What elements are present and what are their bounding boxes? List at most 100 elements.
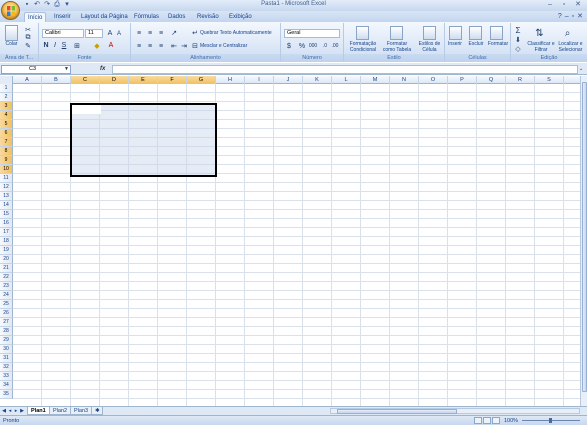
ribbon-minimize-icon[interactable]: – [565,12,569,21]
format-painter-icon[interactable]: ✎ [24,42,32,50]
tab-layout[interactable]: Layout da Página [81,12,128,22]
currency-icon[interactable]: $ [284,42,294,50]
column-header-e[interactable]: E [129,76,158,84]
row-header-21[interactable]: 21 [0,264,13,273]
column-header-s[interactable]: S [535,76,564,84]
orientation-icon[interactable]: ↗ [169,29,179,37]
column-header-l[interactable]: L [332,76,361,84]
sheet-tab-plan2[interactable]: Plan2 [49,407,72,415]
row-header-13[interactable]: 13 [0,192,13,201]
normal-view-icon[interactable] [474,417,482,424]
row-header-6[interactable]: 6 [0,129,13,138]
office-button[interactable] [1,1,20,20]
row-header-26[interactable]: 26 [0,309,13,318]
row-header-4[interactable]: 4 [0,111,13,120]
underline-icon[interactable]: S [60,41,68,50]
sheet-tab-plan1[interactable]: Plan1 [27,407,50,415]
column-header-m[interactable]: M [361,76,390,84]
find-select-label[interactable]: Localizar e Selecionar [555,41,586,53]
paste-icon[interactable] [5,25,18,41]
column-header-o[interactable]: O [419,76,448,84]
align-center-icon[interactable]: ≡ [145,42,155,50]
tab-inicio[interactable]: Início [24,12,47,22]
row-header-10[interactable]: 10 [0,165,13,174]
row-header-30[interactable]: 30 [0,345,13,354]
vertical-scrollbar[interactable] [580,76,587,406]
fill-icon[interactable]: ⬇ [514,36,522,44]
close-icon[interactable]: ✕ [571,0,585,9]
active-cell[interactable] [72,105,101,114]
column-header-j[interactable]: J [274,76,303,84]
column-header-c[interactable]: C [71,76,100,84]
column-header-g[interactable]: G [187,76,216,84]
insert-sheet-icon[interactable]: ✱ [91,407,103,415]
row-header-27[interactable]: 27 [0,318,13,327]
sort-filter-label[interactable]: Classificar e Filtrar [527,41,555,53]
conditional-format-icon[interactable] [356,26,369,40]
row-header-2[interactable]: 2 [0,93,13,102]
italic-icon[interactable]: I [51,41,59,50]
horizontal-scrollbar[interactable] [330,408,580,414]
delete-cells-label[interactable]: Excluir [465,41,487,48]
column-header-f[interactable]: F [158,76,187,84]
formula-input[interactable] [112,65,578,74]
align-bottom-icon[interactable]: ≡ [156,29,166,37]
row-header-35[interactable]: 35 [0,390,13,399]
align-left-icon[interactable]: ≡ [134,42,144,50]
row-header-25[interactable]: 25 [0,300,13,309]
row-header-24[interactable]: 24 [0,291,13,300]
row-header-15[interactable]: 15 [0,210,13,219]
increase-decimal-icon[interactable]: .0 [320,42,330,50]
row-header-22[interactable]: 22 [0,273,13,282]
percent-icon[interactable]: % [297,42,307,50]
help-icon[interactable]: ? [558,12,562,21]
sheet-tab-plan3[interactable]: Plan3 [70,407,93,415]
align-middle-icon[interactable]: ≡ [145,29,155,37]
column-header-b[interactable]: B [42,76,71,84]
tab-dados[interactable]: Dados [168,12,185,22]
align-right-icon[interactable]: ≡ [156,42,166,50]
row-header-16[interactable]: 16 [0,219,13,228]
select-all-corner[interactable] [0,76,13,84]
row-header-17[interactable]: 17 [0,228,13,237]
row-header-20[interactable]: 20 [0,255,13,264]
row-header-1[interactable]: 1 [0,84,13,93]
shrink-font-icon[interactable]: A [115,29,123,38]
selected-range[interactable] [70,103,217,177]
bold-icon[interactable]: N [42,41,50,50]
row-header-34[interactable]: 34 [0,381,13,390]
cell-styles-icon[interactable] [423,26,436,40]
column-header-p[interactable]: P [448,76,477,84]
comma-style-icon[interactable]: 000 [308,42,318,50]
merge-center-icon[interactable]: ⊟ [191,42,199,50]
zoom-slider-thumb[interactable] [549,418,552,423]
autosum-icon[interactable]: Σ [514,26,522,35]
row-header-18[interactable]: 18 [0,237,13,246]
ribbon-restore-icon[interactable]: ▫ [572,12,574,21]
grow-font-icon[interactable]: A [106,29,114,38]
column-header-i[interactable]: I [245,76,274,84]
insert-cells-icon[interactable] [449,26,462,40]
horizontal-scroll-thumb[interactable] [337,409,457,414]
ribbon-close-icon[interactable]: ✕ [577,12,583,21]
align-top-icon[interactable]: ≡ [134,29,144,37]
fill-color-icon[interactable]: ◆ [92,41,102,50]
decrease-indent-icon[interactable]: ⇤ [169,42,179,50]
vertical-scroll-thumb[interactable] [582,82,587,392]
column-header-n[interactable]: N [390,76,419,84]
name-box-dropdown-icon[interactable]: ▼ [64,66,69,72]
row-header-7[interactable]: 7 [0,138,13,147]
borders-icon[interactable]: ⊞ [72,41,82,50]
copy-icon[interactable]: ⧉ [24,34,32,41]
cell-styles-label[interactable]: Estilos de Célula [415,41,444,53]
increase-indent-icon[interactable]: ⇥ [179,42,189,50]
row-header-33[interactable]: 33 [0,372,13,381]
row-header-3[interactable]: 3 [0,102,13,111]
expand-formula-icon[interactable]: ⌄ [579,65,585,74]
last-sheet-icon[interactable]: ▶ [19,407,25,415]
tab-formulas[interactable]: Fórmulas [134,12,159,22]
wrap-text-label[interactable]: Quebrar Texto Automaticamente [200,30,280,37]
row-header-19[interactable]: 19 [0,246,13,255]
row-header-11[interactable]: 11 [0,174,13,183]
format-table-label[interactable]: Formatar como Tabela [381,41,413,53]
